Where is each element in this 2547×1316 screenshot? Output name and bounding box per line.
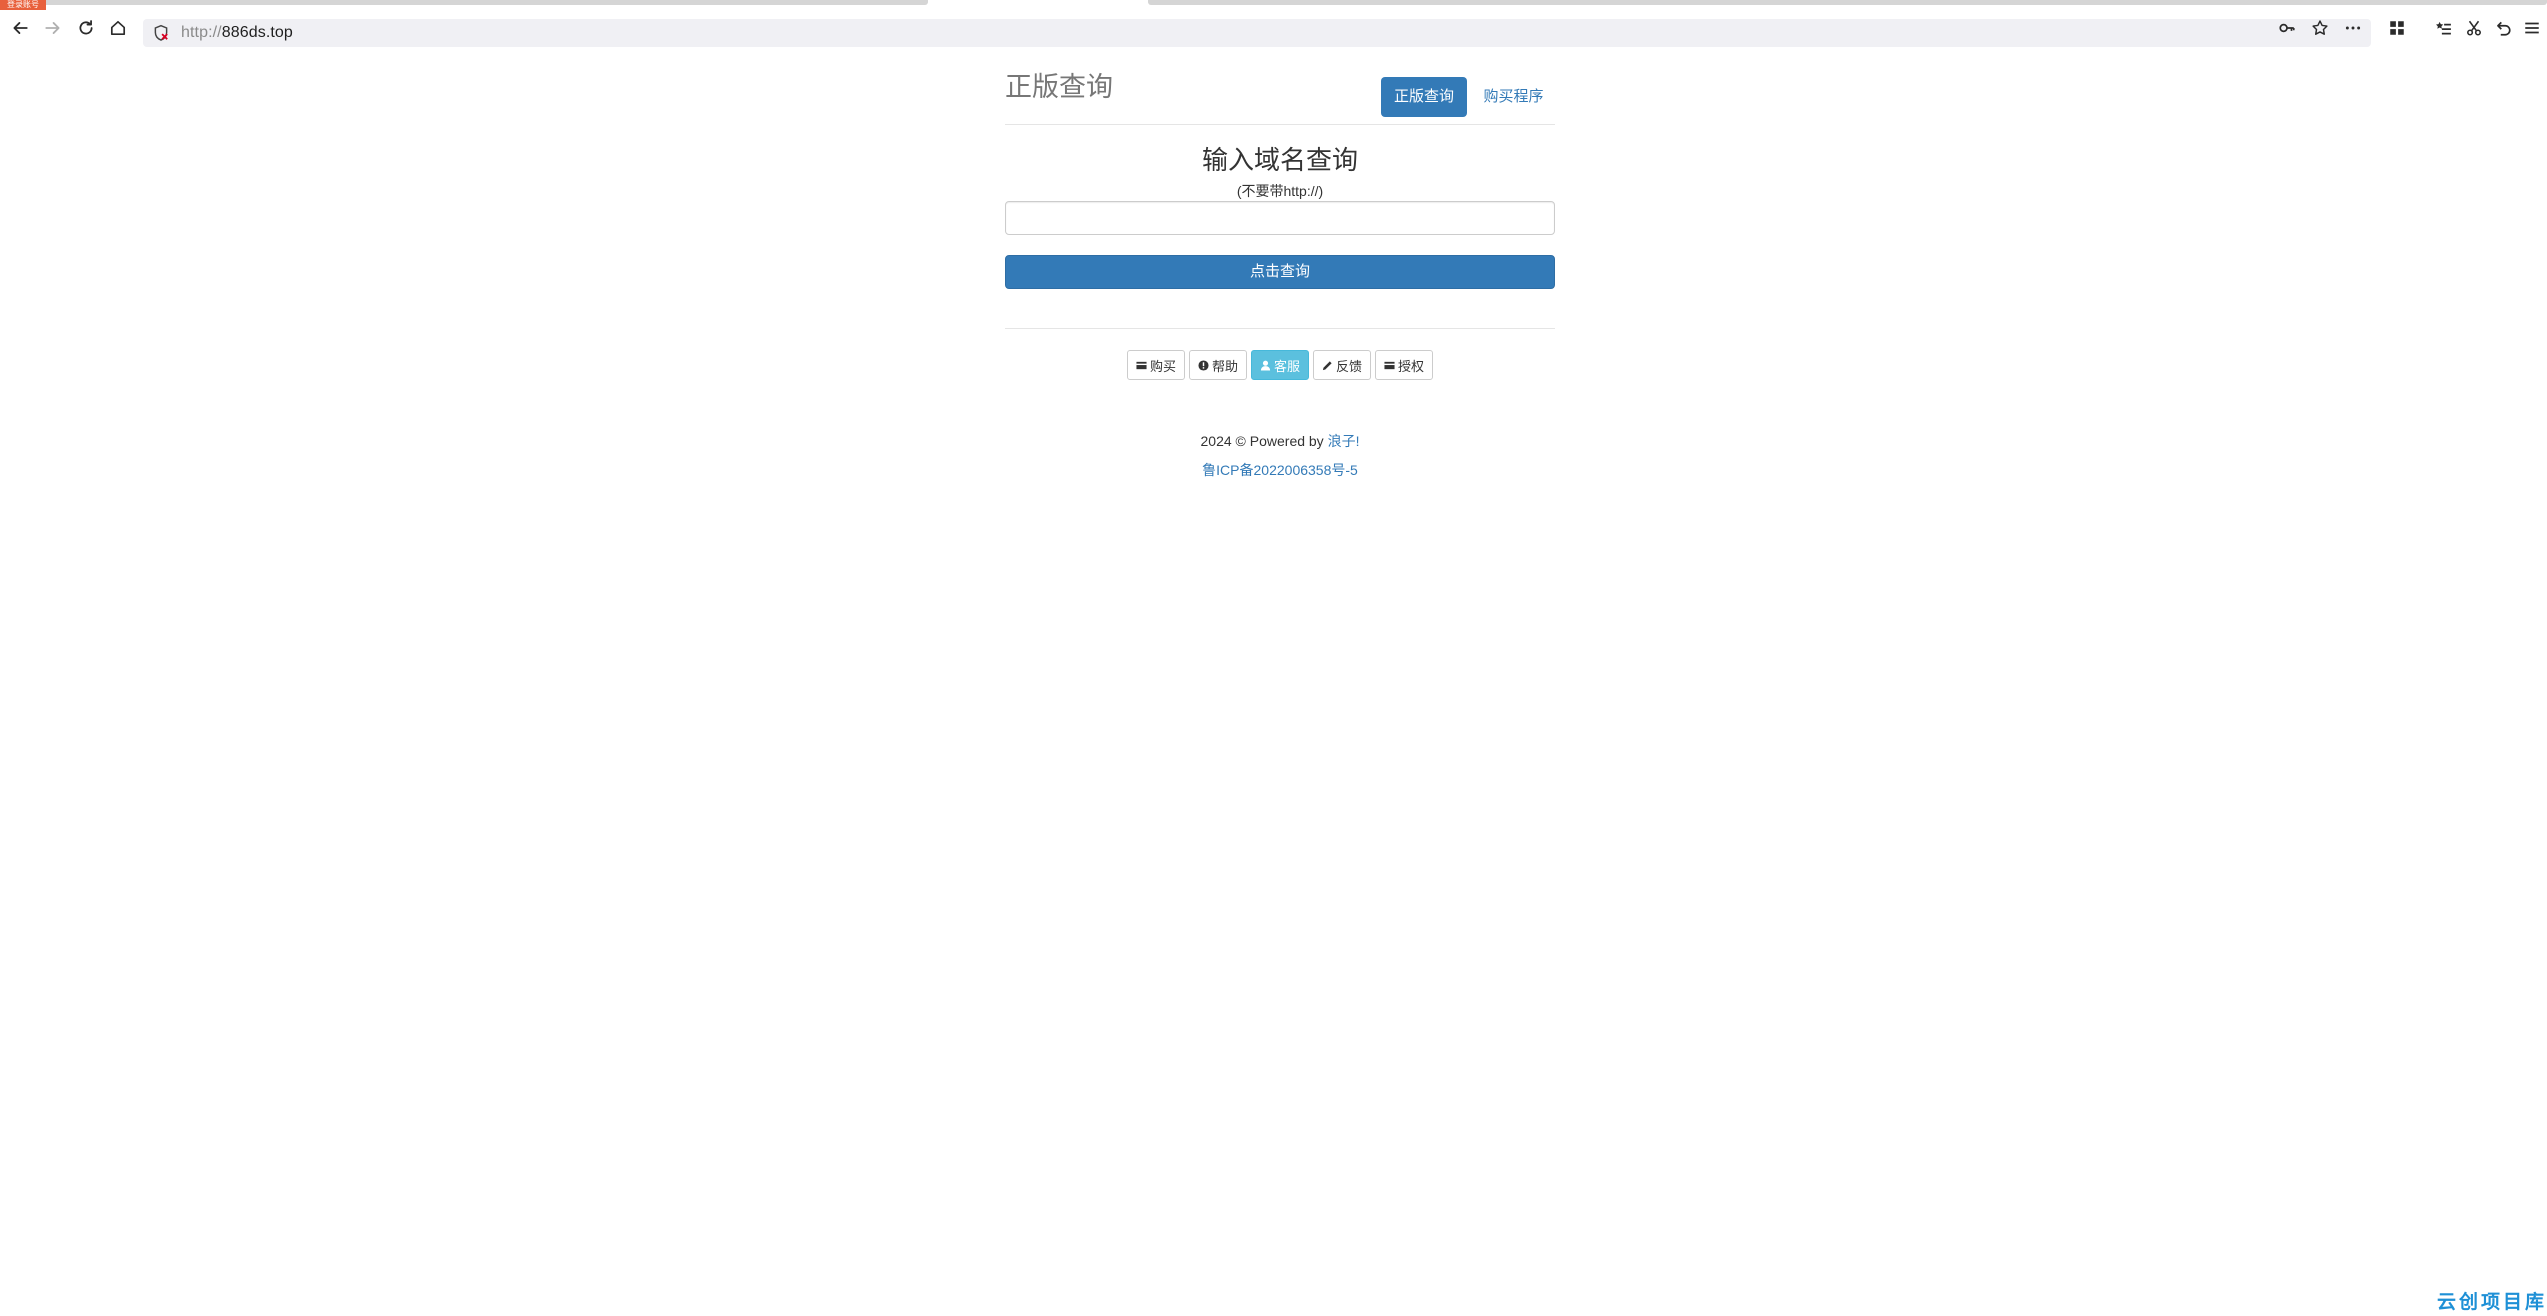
reload-button[interactable] (73, 15, 99, 41)
query-title: 输入域名查询 (1201, 145, 1358, 175)
buy-button[interactable]: 购买 (1126, 350, 1185, 380)
back-button[interactable] (7, 15, 33, 41)
bookmark-star-icon (2312, 20, 2328, 35)
credit-card-icon (1384, 361, 1395, 369)
home-icon (110, 20, 126, 36)
reading-list-icon (2436, 21, 2451, 35)
bookmark-button[interactable] (2307, 15, 2333, 41)
tab-strip (0, 0, 2547, 10)
screenshot-icon (2467, 20, 2481, 36)
author-link[interactable]: 浪子! (1328, 433, 1360, 449)
address-bar[interactable]: http://886ds.top (143, 19, 2371, 47)
url-scheme: http:// (181, 24, 222, 41)
extensions-button[interactable] (2384, 15, 2410, 41)
undo-button[interactable] (2490, 15, 2516, 41)
password-button[interactable] (2274, 15, 2300, 41)
corner-badge: 登录账号 (0, 0, 46, 10)
back-icon (13, 22, 28, 34)
credit-card-icon (1136, 361, 1147, 369)
tab-inactive-right[interactable] (1148, 0, 2547, 5)
url-text: http://886ds.top (181, 19, 293, 47)
help-button[interactable]: 帮助 (1188, 350, 1247, 380)
page-container: 正版查询 正版查询 购买程序 输入域名查询 (不要带http://) 点击查询 … (1005, 46, 1555, 478)
buy-label: 购买 (1149, 358, 1176, 374)
help-label: 帮助 (1211, 358, 1238, 374)
shield-icon[interactable] (152, 24, 170, 42)
forward-button[interactable] (40, 15, 66, 41)
user-icon (1260, 360, 1271, 371)
service-button[interactable]: 客服 (1250, 350, 1309, 380)
key-icon (2279, 23, 2295, 33)
site-header: 正版查询 正版查询 购买程序 (1005, 46, 1555, 125)
service-label: 客服 (1273, 358, 1300, 374)
action-button-group: 购买 帮助 客服 反馈 授权 (1005, 350, 1555, 380)
icp-link[interactable]: 鲁ICP备2022006358号-5 (1005, 460, 1555, 480)
menu-button[interactable] (2519, 15, 2545, 41)
reading-list-button[interactable] (2430, 15, 2456, 41)
undo-icon (2497, 21, 2511, 36)
license-label: 授权 (1398, 358, 1425, 374)
pencil-icon (1322, 360, 1332, 370)
license-button[interactable]: 授权 (1375, 350, 1434, 380)
feedback-label: 反馈 (1336, 358, 1363, 374)
page-actions-button[interactable] (2340, 15, 2366, 41)
query-hint: (不要带http://) (1236, 183, 1324, 199)
query-submit-button[interactable]: 点击查询 (1005, 255, 1555, 289)
forward-icon (45, 22, 60, 34)
site-brand[interactable]: 正版查询 (1005, 72, 1113, 102)
watermark: 云创项目库 (2436, 1292, 2547, 1313)
nav-item-genuine-query[interactable]: 正版查询 (1381, 77, 1467, 117)
feedback-button[interactable]: 反馈 (1313, 350, 1372, 380)
menu-icon (2525, 22, 2539, 34)
footer-copyright: 2024 © Powered by 浪子! (1005, 431, 1555, 451)
reload-icon (79, 20, 93, 35)
home-button[interactable] (105, 15, 131, 41)
more-icon (2345, 26, 2361, 30)
domain-input[interactable] (1005, 201, 1555, 235)
copyright-text: 2024 © Powered by (1200, 433, 1324, 449)
exclamation-circle-icon (1198, 359, 1209, 371)
screenshot-button[interactable] (2461, 15, 2487, 41)
browser-toolbar: http://886ds.top (0, 10, 2547, 47)
url-host: 886ds.top (221, 24, 293, 41)
tab-inactive-left[interactable] (0, 0, 928, 5)
nav-item-buy-program[interactable]: 购买程序 (1472, 77, 1555, 117)
extensions-icon (2390, 21, 2404, 35)
divider (1005, 328, 1555, 329)
